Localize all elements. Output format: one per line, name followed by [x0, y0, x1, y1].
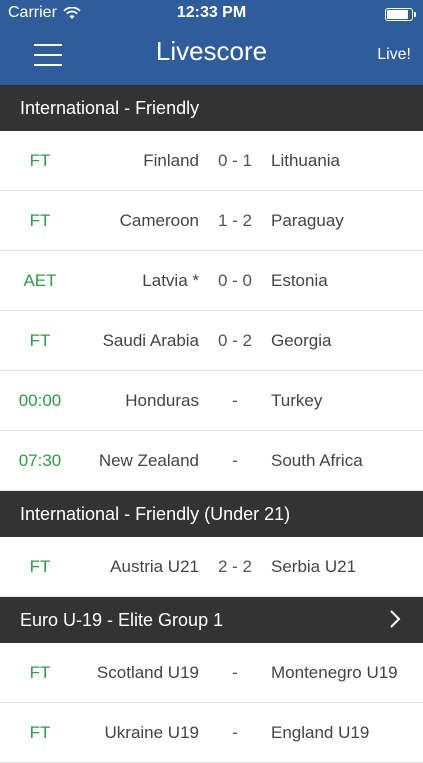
match-score: -	[232, 663, 238, 682]
match-score: 0 - 2	[217, 331, 253, 350]
match-row[interactable]: 07:30 New Zealand - South Africa	[0, 431, 423, 491]
battery-icon	[385, 8, 416, 21]
match-row[interactable]: FT Cameroon 1 - 2 Paraguay	[0, 191, 423, 251]
match-row[interactable]: FT Ukraine U19 - England U19	[0, 703, 423, 763]
nav-bar: Livescore Live!	[0, 28, 423, 85]
match-score: 0 - 0	[217, 271, 253, 290]
match-score: 0 - 1	[217, 151, 253, 170]
section-title: Euro U-19 - Elite Group 1	[20, 609, 224, 630]
home-team: Cameroon	[119, 211, 199, 230]
section-title: International - Friendly	[20, 97, 200, 118]
match-row[interactable]: AET Latvia * 0 - 0 Estonia	[0, 251, 423, 311]
match-status: FT	[29, 211, 51, 230]
live-button[interactable]: Live!	[377, 46, 411, 64]
away-team: England U19	[271, 723, 370, 742]
home-team: Honduras	[125, 391, 199, 410]
away-team: Georgia	[271, 331, 332, 350]
match-status: FT	[29, 557, 51, 576]
home-team: Saudi Arabia	[102, 331, 199, 350]
away-team: Lithuania	[271, 151, 341, 170]
match-row[interactable]: FT Austria U21 2 - 2 Serbia U21	[0, 537, 423, 597]
home-team: New Zealand	[98, 451, 199, 470]
match-status: FT	[29, 663, 51, 682]
match-row[interactable]: FT Finland 0 - 1 Lithuania	[0, 131, 423, 191]
match-status: FT	[29, 331, 51, 350]
away-team: Turkey	[271, 391, 323, 410]
match-row[interactable]: FT Scotland U19 - Montenegro U19	[0, 643, 423, 703]
away-team: Estonia	[271, 271, 328, 290]
away-team: Serbia U21	[271, 557, 357, 576]
home-team: Austria U21	[110, 557, 199, 576]
clock: 12:33 PM	[176, 4, 247, 21]
match-status: 07:30	[18, 451, 62, 470]
match-score: -	[232, 391, 238, 410]
match-row[interactable]: FT Saudi Arabia 0 - 2 Georgia	[0, 311, 423, 371]
away-team: South Africa	[271, 451, 363, 470]
match-list: International - Friendly FT Finland 0 - 1 Li…	[0, 85, 423, 763]
match-score: -	[232, 451, 238, 470]
home-team: Finland	[143, 151, 199, 170]
match-score: 1 - 2	[217, 211, 253, 230]
away-team: Montenegro U19	[271, 663, 398, 682]
home-team: Ukraine U19	[104, 723, 200, 742]
match-status: AET	[23, 271, 57, 290]
app-header: Carrier 12:33 PM Livescore Live!	[0, 0, 423, 85]
chevron-right-icon[interactable]	[389, 609, 401, 634]
battery-fill	[387, 10, 408, 19]
section-header: International - Friendly (Under 21)	[0, 491, 423, 537]
home-team: Scotland U19	[96, 663, 199, 682]
match-status: FT	[29, 723, 51, 742]
section-header: International - Friendly	[0, 85, 423, 131]
away-team: Paraguay	[271, 211, 344, 230]
match-row[interactable]: 00:00 Honduras - Turkey	[0, 371, 423, 431]
match-score: -	[232, 723, 238, 742]
section-title: International - Friendly (Under 21)	[20, 503, 291, 524]
home-team: Latvia *	[142, 271, 199, 290]
page-title: Livescore	[155, 36, 268, 66]
match-status: 00:00	[18, 391, 62, 410]
status-bar: Carrier 12:33 PM	[0, 0, 423, 28]
section-header[interactable]: Euro U-19 - Elite Group 1	[0, 597, 423, 643]
match-score: 2 - 2	[217, 557, 253, 576]
match-status: FT	[29, 151, 51, 170]
